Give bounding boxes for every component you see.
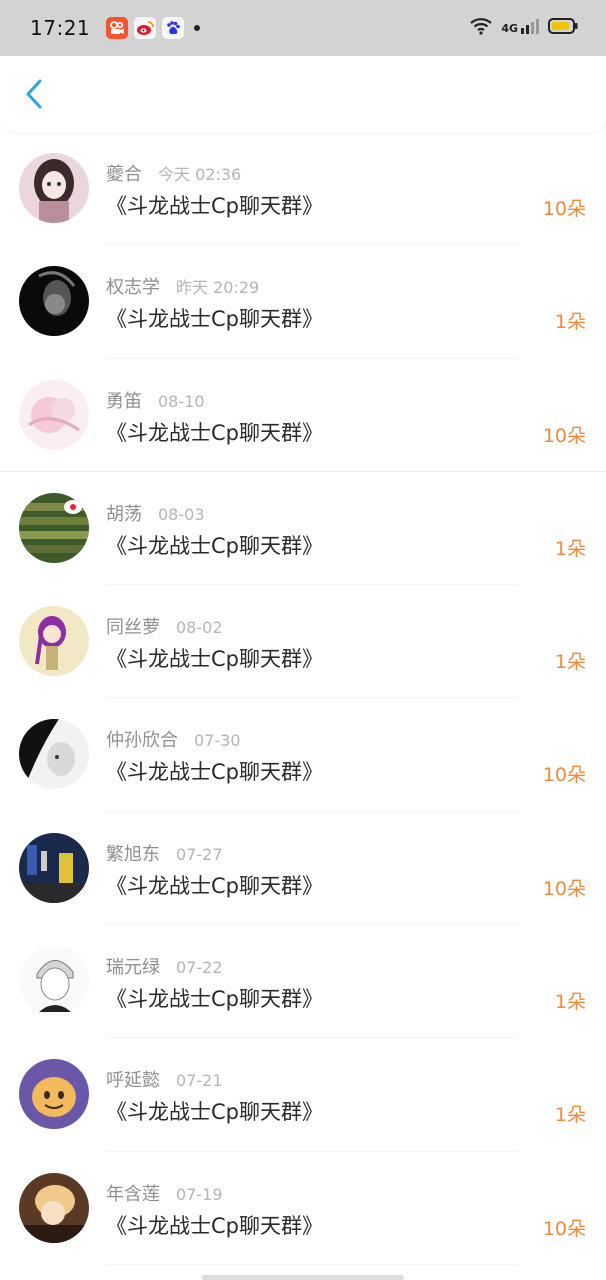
flower-record-list: 夔合 今天 02:36 《斗龙战士Cp聊天群》 10朵 权志学 昨天 20:29… [0,132,606,1265]
item-meta: 勇笛 08-10 [106,387,205,413]
message-text: 《斗龙战士Cp聊天群》 [106,307,323,332]
timestamp: 07-21 [176,1071,223,1091]
avatar[interactable] [19,266,89,337]
list-item[interactable]: 权志学 昨天 20:29 《斗龙战士Cp聊天群》 1朵 [0,245,606,359]
flower-count: 10朵 [542,877,586,900]
list-item[interactable]: 胡荡 08-03 《斗龙战士Cp聊天群》 1朵 [0,472,606,586]
status-bar: 17:21 4G [0,0,606,56]
message-text: 《斗龙战士Cp聊天群》 [106,1100,323,1125]
wifi-icon [469,17,493,39]
message-text: 《斗龙战士Cp聊天群》 [106,873,323,898]
avatar[interactable] [19,946,89,1017]
item-meta: 同丝萝 08-02 [106,613,223,639]
message-text: 《斗龙战士Cp聊天群》 [106,760,323,785]
avatar[interactable] [19,153,89,223]
sender-name[interactable]: 年含莲 [106,1180,160,1206]
notification-dot [194,25,201,31]
item-meta: 年含莲 07-19 [106,1180,223,1206]
list-item[interactable]: 年含莲 07-19 《斗龙战士Cp聊天群》 10朵 [0,1152,606,1265]
header-bar [0,56,606,132]
timestamp: 昨天 20:29 [176,278,260,298]
sender-name[interactable]: 繁旭东 [106,840,160,866]
timestamp: 08-10 [158,391,205,411]
list-item[interactable]: 勇笛 08-10 《斗龙战士Cp聊天群》 10朵 [0,359,606,472]
message-text: 《斗龙战士Cp聊天群》 [106,420,323,445]
sender-name[interactable]: 呼延懿 [106,1066,160,1092]
timestamp: 07-27 [176,844,223,864]
flower-count: 1朵 [554,311,586,334]
signal-icon [520,17,540,39]
list-item[interactable]: 瑞元绿 07-22 《斗龙战士Cp聊天群》 1朵 [0,925,606,1039]
sender-name[interactable]: 仲孙欣合 [106,726,178,752]
notification-apps [106,17,201,39]
item-meta: 繁旭东 07-27 [106,840,223,866]
message-text: 《斗龙战士Cp聊天群》 [106,987,323,1012]
item-meta: 胡荡 08-03 [106,500,205,526]
avatar[interactable] [19,379,89,450]
item-meta: 呼延懿 07-21 [106,1066,223,1092]
timestamp: 07-19 [176,1184,223,1204]
list-item[interactable]: 呼延懿 07-21 《斗龙战士Cp聊天群》 1朵 [0,1038,606,1152]
status-time: 17:21 [30,16,91,40]
item-meta: 仲孙欣合 07-30 [106,726,241,752]
timestamp: 08-03 [158,504,205,524]
item-meta: 夔合 今天 02:36 [106,160,241,186]
flower-count: 10朵 [542,764,586,787]
message-text: 《斗龙战士Cp聊天群》 [106,647,323,672]
item-meta: 权志学 昨天 20:29 [106,273,259,299]
flower-count: 1朵 [554,1104,586,1127]
avatar[interactable] [19,492,89,563]
sender-name[interactable]: 瑞元绿 [106,953,160,979]
flower-count: 10朵 [542,198,586,220]
home-indicator[interactable] [202,1275,404,1280]
battery-icon [548,17,578,39]
chevron-left-icon [26,79,42,109]
list-item[interactable]: 夔合 今天 02:36 《斗龙战士Cp聊天群》 10朵 [0,132,606,246]
divider [106,1263,518,1265]
flower-count: 10朵 [542,1217,586,1240]
kuaishou-icon [106,17,129,39]
sender-name[interactable]: 胡荡 [106,500,142,526]
flower-count: 1朵 [554,991,586,1014]
list-item[interactable]: 繁旭东 07-27 《斗龙战士Cp聊天群》 10朵 [0,812,606,926]
weibo-icon [134,17,157,39]
timestamp: 07-22 [176,958,223,978]
back-button[interactable] [14,72,54,116]
sender-name[interactable]: 夔合 [106,160,142,186]
flower-count: 1朵 [554,651,586,674]
flower-count: 10朵 [542,424,586,447]
avatar[interactable] [19,606,89,677]
baidu-icon [162,17,185,39]
flower-count: 1朵 [554,537,586,560]
avatar[interactable] [19,719,89,790]
timestamp: 08-02 [176,618,223,638]
status-indicators: 4G [469,17,578,39]
list-item[interactable]: 仲孙欣合 07-30 《斗龙战士Cp聊天群》 10朵 [0,698,606,812]
message-text: 《斗龙战士Cp聊天群》 [106,533,323,558]
avatar[interactable] [19,1059,89,1130]
message-text: 《斗龙战士Cp聊天群》 [106,1213,323,1238]
sender-name[interactable]: 勇笛 [106,387,142,413]
avatar[interactable] [19,832,89,903]
avatar[interactable] [19,1172,89,1243]
network-type: 4G [501,21,518,35]
list-item[interactable]: 同丝萝 08-02 《斗龙战士Cp聊天群》 1朵 [0,585,606,699]
sender-name[interactable]: 权志学 [106,273,160,299]
sender-name[interactable]: 同丝萝 [106,613,160,639]
timestamp: 今天 02:36 [158,165,242,184]
timestamp: 07-30 [194,731,241,751]
item-meta: 瑞元绿 07-22 [106,953,223,979]
message-text: 《斗龙战士Cp聊天群》 [106,194,323,218]
